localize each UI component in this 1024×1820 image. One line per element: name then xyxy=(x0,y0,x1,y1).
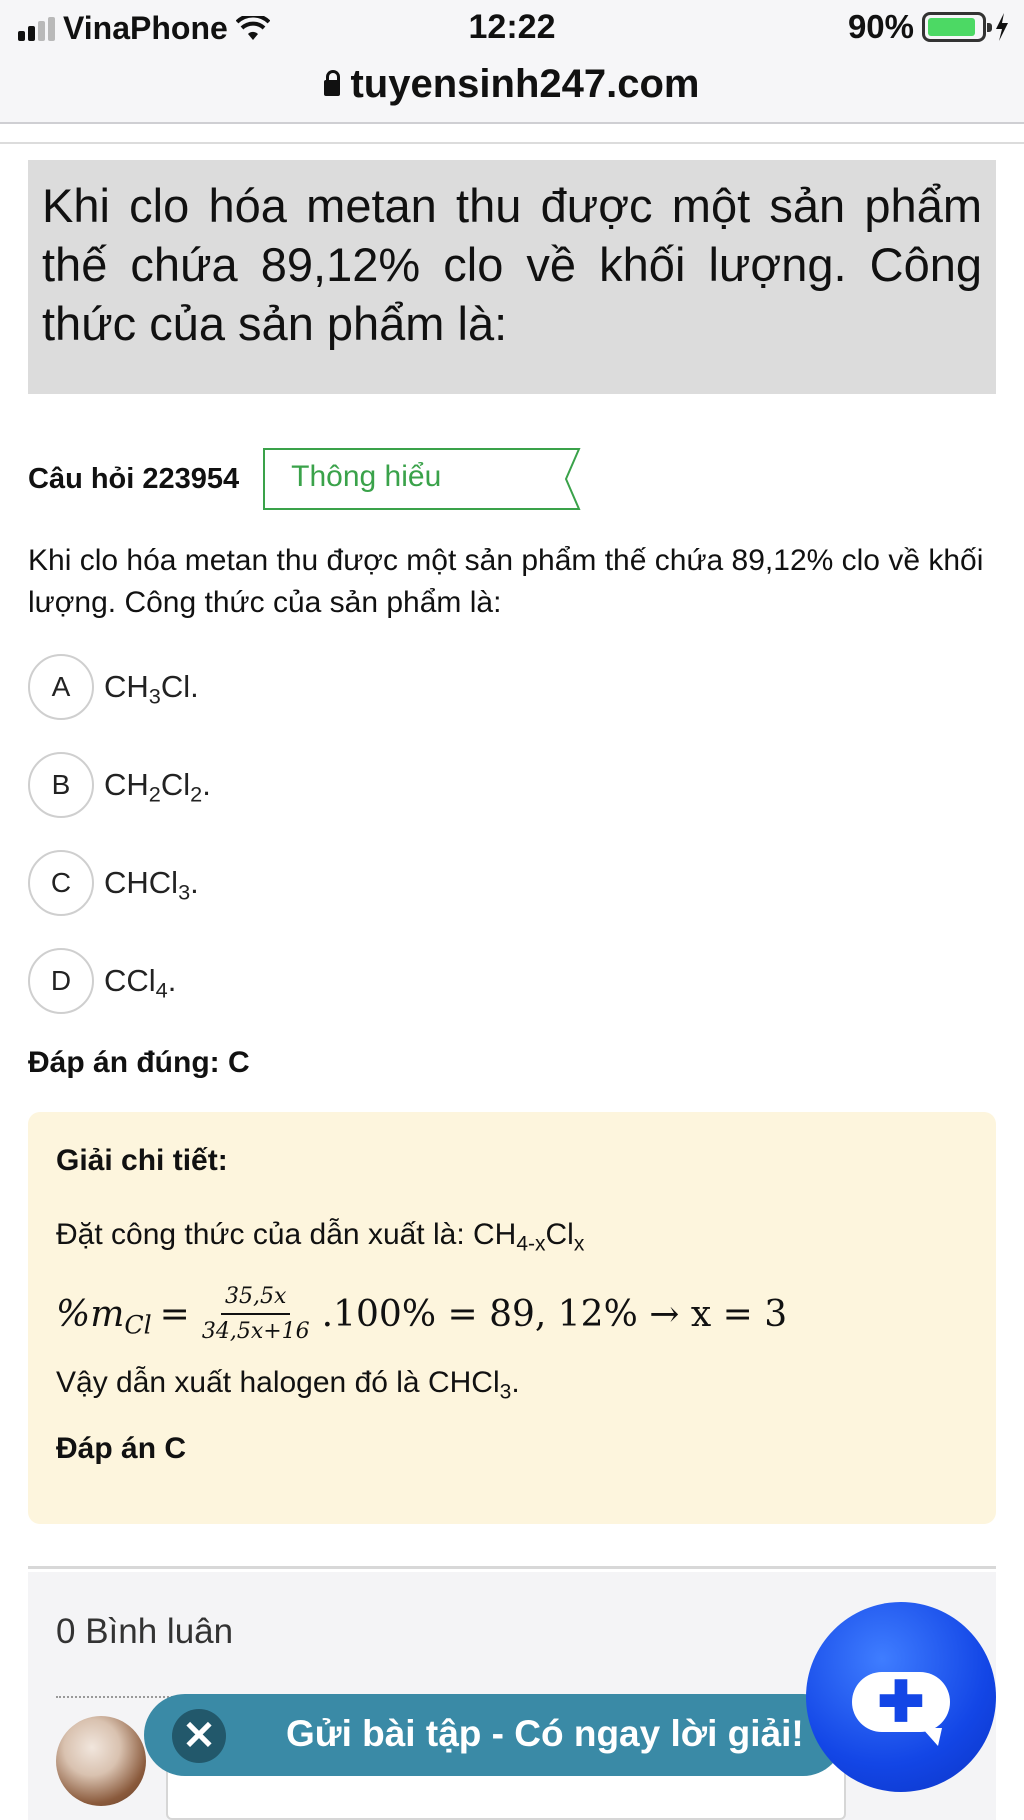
option-c-text: CHCl3. xyxy=(104,865,199,905)
level-label: Thông hiểu xyxy=(291,460,442,493)
question-meta: Câu hỏi 223954 Thông hiểu xyxy=(28,448,581,510)
option-a-key[interactable]: A xyxy=(28,654,94,720)
answer-options: A CH3Cl. B CH2Cl2. C CHCl3. D CCl4. xyxy=(28,652,211,1044)
comments-divider xyxy=(28,1566,996,1569)
solution-final: Đáp án C xyxy=(56,1432,187,1465)
solution-box: Giải chi tiết: Đặt công thức của dẫn xuấ… xyxy=(28,1112,996,1524)
url-text: tuyensinh247.com xyxy=(350,62,700,106)
promo-text[interactable]: Gửi bài tập - Có ngay lời giải! xyxy=(286,1713,804,1755)
option-a[interactable]: A CH3Cl. xyxy=(28,652,211,722)
battery-percent: 90% xyxy=(847,8,914,45)
comment-count: 0 Bình luân xyxy=(56,1612,234,1651)
plus-icon: ✚ xyxy=(877,1670,925,1733)
option-d-text: CCl4. xyxy=(104,963,177,1003)
solution-formula: %mCl = 35,5x 34,5x+16 .100% = 89, 12% → x… xyxy=(56,1284,788,1344)
level-badge: Thông hiểu xyxy=(263,448,581,510)
solution-line-3: Vậy dẫn xuất halogen đó là CHCl3. xyxy=(56,1366,520,1404)
option-d-key[interactable]: D xyxy=(28,948,94,1014)
avatar xyxy=(56,1716,146,1806)
option-c[interactable]: C CHCl3. xyxy=(28,848,211,918)
chat-bubble-icon: ✚ xyxy=(852,1670,950,1746)
solution-line-1: Đặt công thức của dẫn xuất là: CH4-xClx xyxy=(56,1218,585,1256)
address-bar[interactable]: tuyensinh247.com xyxy=(0,58,1024,124)
url-display[interactable]: tuyensinh247.com xyxy=(324,62,700,107)
option-c-key[interactable]: C xyxy=(28,850,94,916)
battery-icon xyxy=(922,12,992,42)
option-b-key[interactable]: B xyxy=(28,752,94,818)
correct-answer: Đáp án đúng: C xyxy=(28,1046,250,1079)
close-icon[interactable]: ✕ xyxy=(172,1709,226,1763)
solution-title: Giải chi tiết: xyxy=(56,1144,228,1177)
header-divider xyxy=(0,142,1024,144)
option-b[interactable]: B CH2Cl2. xyxy=(28,750,211,820)
page-title: Khi clo hóa metan thu được một sản phẩm … xyxy=(42,179,982,350)
formula-fraction: 35,5x 34,5x+16 xyxy=(201,1284,310,1344)
status-right: 90% xyxy=(848,8,1010,46)
status-bar: VinaPhone 12:22 90% xyxy=(0,0,1024,58)
chat-fab-button[interactable]: ✚ xyxy=(806,1602,996,1792)
question-text: Khi clo hóa metan thu được một sản phẩm … xyxy=(28,544,984,619)
charging-bolt-icon xyxy=(996,13,1008,41)
promo-banner[interactable]: ✕ Gửi bài tập - Có ngay lời giải! xyxy=(144,1694,844,1776)
page-title-box: Khi clo hóa metan thu được một sản phẩm … xyxy=(28,160,996,394)
option-b-text: CH2Cl2. xyxy=(104,767,211,807)
lock-icon xyxy=(324,69,341,96)
option-d[interactable]: D CCl4. xyxy=(28,946,211,1016)
question-id: Câu hỏi 223954 xyxy=(28,462,240,495)
option-a-text: CH3Cl. xyxy=(104,669,199,709)
